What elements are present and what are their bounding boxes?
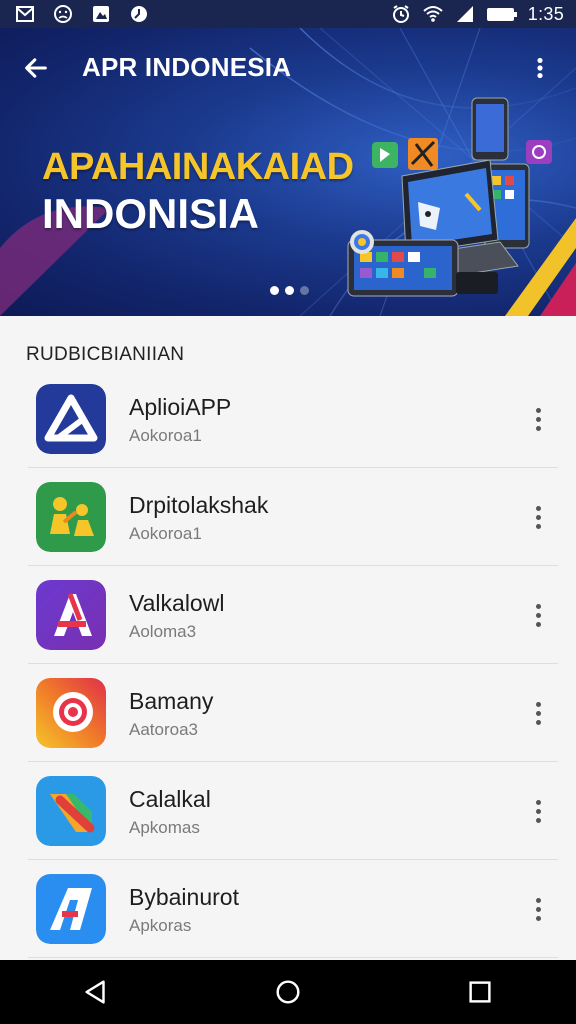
app-subtitle: Apkoras: [129, 916, 192, 935]
list-item[interactable]: Bybainurot Apkoras: [0, 860, 576, 958]
hero-banner[interactable]: APR INDONESIA APAHAINAKAIAD INDONISIA: [0, 28, 576, 316]
app-subtitle: Apkomas: [129, 818, 200, 837]
back-button[interactable]: [18, 50, 54, 86]
alarm-icon: [390, 3, 412, 25]
app-name: Bamany: [129, 688, 214, 714]
app-name: Bybainurot: [129, 884, 239, 910]
more-vert-icon[interactable]: [526, 796, 550, 826]
pencil-logo-icon: [36, 776, 106, 846]
wifi-icon: [422, 3, 444, 25]
nav-back-icon: [85, 980, 105, 1004]
app-subtitle: Aokoroa1: [129, 524, 202, 543]
more-vert-icon[interactable]: [526, 698, 550, 728]
app-name: Drpitolakshak: [129, 492, 269, 518]
circle-app-icon: [128, 3, 150, 25]
system-nav-bar: [0, 960, 576, 1024]
banner-headline: APAHAINAKAIAD: [42, 146, 354, 188]
screen: 1:35 APR INDONESIA APAHAINAKAIAD INDONIS…: [0, 0, 576, 1024]
more-vert-icon[interactable]: [526, 600, 550, 630]
nav-recents-icon: [469, 981, 491, 1003]
list-item[interactable]: Calalkal Apkomas: [0, 762, 576, 860]
image-icon: [90, 3, 112, 25]
app-list: AplioiAPP Aokoroa1 Drpitolakshak Aokoroa…: [0, 370, 576, 958]
app-name: Calalkal: [129, 786, 211, 812]
list-item[interactable]: Drpitolakshak Aokoroa1: [0, 468, 576, 566]
status-bar: 1:35: [0, 0, 576, 28]
status-time: 1:35: [527, 3, 564, 24]
carousel-indicator: [270, 286, 309, 295]
nav-home-icon: [276, 980, 300, 1004]
yellow-figures-icon: [36, 482, 106, 552]
more-vert-icon[interactable]: [526, 502, 550, 532]
app-name: Valkalowl: [129, 590, 225, 616]
status-right: 1:35: [390, 3, 564, 25]
carousel-dot[interactable]: [270, 286, 279, 295]
letter-a-arrow-icon: [36, 874, 106, 944]
face-icon: [52, 3, 74, 25]
status-left: [14, 3, 150, 25]
page-title: APR INDONESIA: [82, 52, 292, 82]
nav-recents-button[interactable]: [456, 968, 504, 1016]
carousel-dot[interactable]: [300, 286, 309, 295]
banner-subheadline: INDONISIA: [42, 190, 260, 237]
more-vert-icon[interactable]: [526, 894, 550, 924]
triangle-logo-icon: [36, 384, 106, 454]
target-icon: [36, 678, 106, 748]
gmail-icon: [14, 3, 36, 25]
carousel-dot-active[interactable]: [285, 286, 294, 295]
app-subtitle: Aokoroa1: [129, 426, 202, 445]
nav-back-button[interactable]: [72, 968, 120, 1016]
section-title: RUDBICBIANIIAN: [26, 344, 185, 365]
list-item[interactable]: Bamany Aatoroa3: [0, 664, 576, 762]
app-bar: APR INDONESIA: [0, 28, 576, 106]
app-subtitle: Aatoroa3: [129, 720, 198, 739]
devices-illustration: [347, 97, 552, 297]
signal-icon: [454, 3, 476, 25]
list-item[interactable]: Valkalowl Aoloma3: [0, 566, 576, 664]
battery-icon: [486, 3, 518, 25]
more-vert-icon: [537, 57, 543, 79]
more-options-button[interactable]: [522, 50, 558, 86]
letter-a-icon: [36, 580, 106, 650]
app-subtitle: Aoloma3: [129, 622, 197, 641]
nav-home-button[interactable]: [264, 968, 312, 1016]
app-name: AplioiAPP: [129, 394, 232, 420]
arrow-left-icon: [25, 58, 47, 78]
more-vert-icon[interactable]: [526, 404, 550, 434]
list-item[interactable]: AplioiAPP Aokoroa1: [0, 370, 576, 468]
